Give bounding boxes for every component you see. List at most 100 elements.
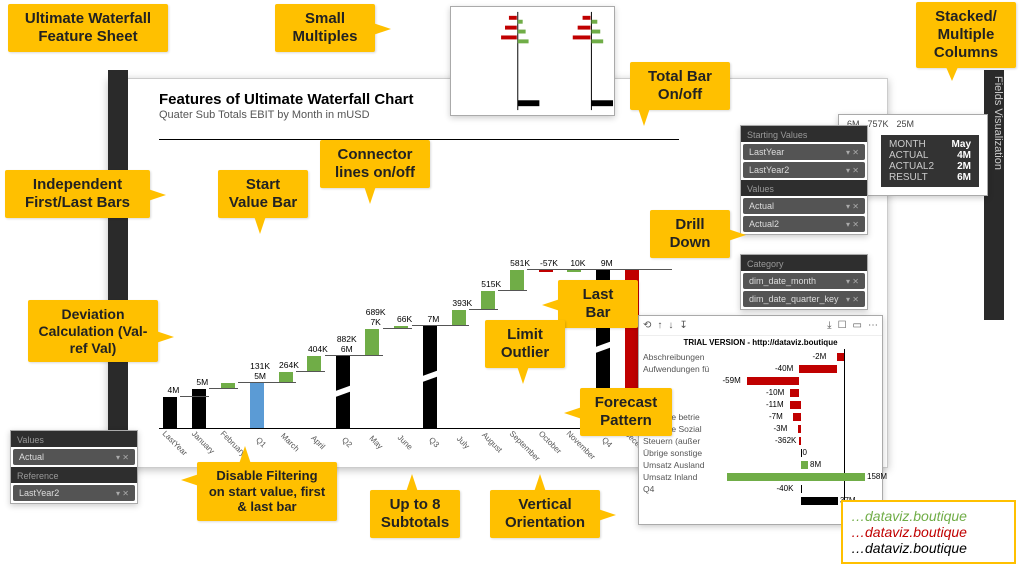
hz-row[interactable]: -59M — [639, 375, 882, 386]
hz-row[interactable]: Q4-40K — [639, 483, 882, 494]
hz-bar[interactable] — [799, 437, 801, 445]
field-pill[interactable]: Actual2▾ ✕ — [743, 216, 865, 232]
well-section: Values — [741, 180, 867, 196]
bar[interactable] — [539, 270, 553, 273]
callout-forecast: Forecast Pattern — [580, 388, 672, 436]
hz-row[interactable]: Abschreibungen-2M — [639, 351, 882, 362]
hz-row[interactable]: Umsatz Ausland8M — [639, 459, 882, 470]
hz-bar[interactable] — [790, 389, 799, 397]
field-well-values[interactable]: ValuesActual▾ ✕ReferenceLastYear2▾ ✕ — [10, 430, 138, 504]
bar-label: 10K — [563, 258, 592, 268]
hz-bar[interactable] — [727, 473, 865, 481]
hz-cat: Übrige sonstige — [639, 448, 725, 458]
hz-bar[interactable] — [801, 449, 802, 457]
hz-row[interactable]: Aufwendungen fü-40M — [639, 363, 882, 374]
wf-col-10[interactable]: 393KJuly — [448, 159, 477, 429]
hz-row[interactable]: Sonstige Sozial-3M — [639, 423, 882, 434]
hz-row[interactable]: Umsatz Inland158M — [639, 471, 882, 482]
hz-bar[interactable] — [837, 353, 845, 361]
hz-bar[interactable] — [793, 413, 801, 421]
bar-label: 581K — [506, 258, 535, 268]
field-pill[interactable]: LastYear▾ ✕ — [743, 144, 865, 160]
field-pill[interactable]: LastYear2▾ ✕ — [13, 485, 135, 501]
legend-item: …dataviz.boutique — [851, 540, 1006, 556]
hz-bar[interactable] — [801, 497, 839, 505]
field-pill[interactable]: Actual▾ ✕ — [13, 449, 135, 465]
hz-row[interactable]: Steuern (außer-362K — [639, 435, 882, 446]
wf-col-1[interactable]: 5MJanuary — [188, 159, 217, 429]
hz-tool-icon[interactable]: ☐ — [838, 320, 847, 331]
hz-tool-icon[interactable]: ▭ — [853, 320, 862, 331]
bar[interactable] — [307, 356, 321, 372]
hz-bar[interactable] — [799, 365, 837, 373]
field-pill[interactable]: LastYear2▾ ✕ — [743, 162, 865, 178]
bar[interactable] — [192, 389, 206, 430]
hz-tool-icon[interactable] — [694, 320, 821, 331]
hz-val: -40M — [775, 364, 793, 373]
hz-val: 0 — [803, 448, 807, 457]
cat-label: June — [392, 429, 419, 456]
bar[interactable] — [567, 270, 581, 273]
hz-tool-icon[interactable]: ⋯ — [868, 320, 878, 331]
bar[interactable] — [481, 291, 495, 310]
well-section: Category — [741, 255, 867, 271]
bar-label: 131K 5M — [246, 361, 275, 381]
field-pill[interactable]: dim_date_month▾ ✕ — [743, 273, 865, 289]
callout-small: Small Multiples — [275, 4, 375, 52]
bar[interactable] — [365, 329, 379, 356]
callout-connector: Connector lines on/off — [320, 140, 430, 188]
bar-label: 66K — [390, 314, 419, 324]
tip-h1: 757K — [868, 119, 889, 129]
bar-label: 9M — [592, 258, 621, 268]
hz-tool-icon[interactable]: ↓ — [668, 320, 673, 331]
hz-tool-icon[interactable]: ↑ — [657, 320, 662, 331]
hz-bar[interactable] — [747, 377, 800, 385]
callout-deviation: Deviation Calculation (Val-ref Val) — [28, 300, 158, 362]
legend-item: …dataviz.boutique — [851, 524, 1006, 540]
field-well-starting[interactable]: Starting ValuesLastYear▾ ✕LastYear2▾ ✕Va… — [740, 125, 868, 235]
bar-label: 7M — [419, 314, 448, 324]
hz-val: -2M — [813, 352, 827, 361]
field-well-category[interactable]: Category dim_date_month▾ ✕ dim_date_quarte… — [740, 254, 868, 310]
small-multiples-card[interactable] — [450, 6, 615, 116]
hz-bar[interactable] — [790, 401, 801, 409]
hz-bar[interactable] — [801, 485, 803, 493]
hz-tool-icon[interactable]: ⤓ — [827, 320, 831, 331]
hz-row[interactable]: Übrige sonstige 0 — [639, 447, 882, 458]
hz-chart[interactable]: Abschreibungen-2MAufwendungen fü-40M -59M… — [639, 349, 882, 517]
chart-subtitle: Quater Sub Totals EBIT by Month in mUSD — [159, 109, 370, 121]
hz-tool-icon[interactable]: ⟲ — [643, 320, 651, 331]
well-section: Reference — [11, 467, 137, 483]
cat-label: April — [305, 429, 332, 456]
cat-label: September — [507, 429, 534, 456]
hz-row[interactable]: -11M — [639, 399, 882, 410]
hz-row[interactable]: Sonstige betrie-7M — [639, 411, 882, 422]
hz-val: -40K — [777, 484, 794, 493]
hz-bar[interactable] — [798, 425, 801, 433]
wf-col-12[interactable]: 581KSeptember — [506, 159, 535, 429]
tip-h2: 25M — [897, 119, 915, 129]
callout-drill: Drill Down — [650, 210, 730, 258]
hz-tool-icon[interactable]: ↧ — [679, 320, 687, 331]
wf-col-6[interactable]: 882K 6MQ2 — [332, 159, 361, 429]
field-pill[interactable]: dim_date_quarter_key▾ ✕ — [743, 291, 865, 307]
legend-item: …dataviz.boutique — [851, 508, 1006, 524]
hz-toolbar[interactable]: ⟲ ↑ ↓ ↧ ⤓ ☐ ▭ ⋯ — [639, 316, 882, 336]
callout-disable: Disable Filtering on start value, first … — [197, 462, 337, 521]
hz-row[interactable]: -10M — [639, 387, 882, 398]
callout-subtotals: Up to 8 Subtotals — [370, 490, 460, 538]
bar[interactable] — [250, 383, 264, 429]
bar[interactable] — [452, 310, 466, 326]
wf-col-9[interactable]: 7MQ3 — [419, 159, 448, 429]
horizontal-chart-card[interactable]: ⟲↑↓↧⤓☐▭⋯ TRIAL VERSION - http://dataviz.… — [638, 315, 883, 525]
cat-label: Q2 — [334, 429, 361, 456]
field-pill[interactable]: Actual▾ ✕ — [743, 198, 865, 214]
hz-val: -59M — [723, 376, 741, 385]
chart-title: Features of Ultimate Waterfall Chart — [159, 91, 414, 108]
wf-col-8[interactable]: 66KJune — [390, 159, 419, 429]
hz-bar[interactable] — [801, 461, 809, 469]
wf-col-11[interactable]: 515KAugust — [477, 159, 506, 429]
cat-label: January — [190, 429, 217, 456]
bar[interactable] — [510, 270, 524, 292]
bar[interactable] — [163, 397, 177, 429]
